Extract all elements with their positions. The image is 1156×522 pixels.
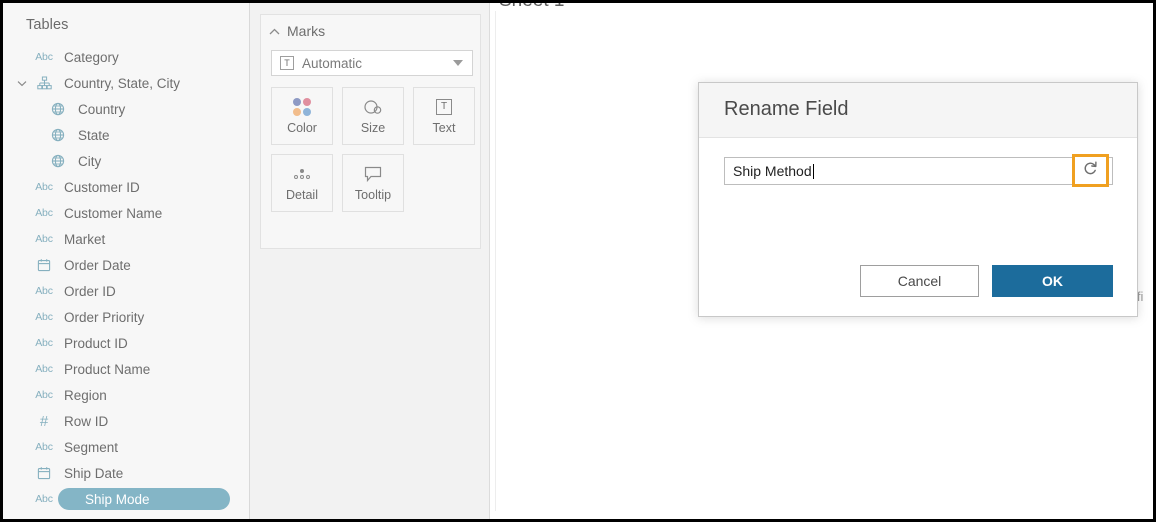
dialog-title: Rename Field xyxy=(724,98,849,120)
field-item-label: Country xyxy=(78,101,126,117)
collapse-chevron-icon[interactable] xyxy=(269,28,280,35)
abc-string-icon: Abc xyxy=(35,337,53,349)
marks-shelf-size-label: Size xyxy=(360,121,386,135)
detail-dots-icon xyxy=(294,164,310,184)
globe-geo-icon xyxy=(47,154,69,168)
marks-card-header[interactable]: Marks xyxy=(269,23,325,39)
tableau-worksheet-window: Tables Abc Category Country, State, City Co… xyxy=(0,0,1156,522)
abc-string-icon: Abc xyxy=(35,363,53,375)
abc-string-icon: Abc xyxy=(35,181,53,193)
rename-field-dialog: Rename Field Ship Method Cancel OK xyxy=(698,82,1138,317)
field-item-row-id[interactable]: # Row ID xyxy=(3,408,249,434)
field-item-city[interactable]: City xyxy=(3,148,249,174)
field-item-label: Customer Name xyxy=(64,205,163,221)
window-frame-top xyxy=(0,0,1156,3)
chevron-down-icon[interactable] xyxy=(445,51,471,75)
marks-shelf-detail-label: Detail xyxy=(286,188,318,202)
window-frame-left xyxy=(0,0,3,522)
calendar-date-icon xyxy=(33,466,55,480)
field-item-label: State xyxy=(78,127,110,143)
ok-button[interactable]: OK xyxy=(992,265,1113,297)
field-item-label: Ship Date xyxy=(64,465,124,481)
abc-string-icon: Abc xyxy=(35,493,53,505)
field-item-country-state-city[interactable]: Country, State, City xyxy=(3,70,249,96)
field-item-order-priority[interactable]: Abc Order Priority xyxy=(3,304,249,330)
cancel-button[interactable]: Cancel xyxy=(860,265,979,297)
field-item-region[interactable]: Abc Region xyxy=(3,382,249,408)
field-item-label: Segment xyxy=(64,439,119,455)
globe-geo-icon xyxy=(47,102,69,116)
field-item-order-id[interactable]: Abc Order ID xyxy=(3,278,249,304)
marks-shelf-detail[interactable]: Detail xyxy=(271,154,333,212)
field-item-label: Row ID xyxy=(64,413,109,429)
field-item-label: Product ID xyxy=(64,335,128,351)
marks-panel: Marks T Automatic Color Size T Text Deta… xyxy=(250,3,490,519)
field-item-ship-mode[interactable]: Abc Ship Mode xyxy=(3,486,249,512)
abc-string-icon: Abc xyxy=(35,311,53,323)
marks-shelf-color-label: Color xyxy=(287,121,317,135)
expand-collapse-chevron-icon[interactable] xyxy=(15,80,29,87)
tooltip-bubble-icon xyxy=(364,164,382,184)
hash-number-icon: # xyxy=(39,412,49,430)
field-item-label: Order Date xyxy=(64,257,131,273)
field-item-label: Customer ID xyxy=(64,179,140,195)
field-item-label: Category xyxy=(64,49,119,65)
size-circles-icon xyxy=(363,97,383,117)
reset-name-button[interactable] xyxy=(1072,154,1109,187)
reset-revert-icon xyxy=(1082,160,1099,182)
marks-shelf-text[interactable]: T Text xyxy=(413,87,475,145)
dialog-button-row: Cancel OK xyxy=(699,265,1137,297)
field-item-market[interactable]: Abc Market xyxy=(3,226,249,252)
field-item-customer-name[interactable]: Abc Customer Name xyxy=(3,200,249,226)
field-item-label: Market xyxy=(64,231,106,247)
abc-string-icon: Abc xyxy=(35,51,53,63)
abc-string-icon: Abc xyxy=(35,441,53,453)
rename-input-value: Ship Method xyxy=(733,163,812,179)
abc-string-icon: Abc xyxy=(35,233,53,245)
abc-string-icon: Abc xyxy=(35,285,53,297)
globe-geo-icon xyxy=(47,128,69,142)
mark-type-value: Automatic xyxy=(302,55,363,71)
tables-section-title: Tables xyxy=(26,17,69,33)
field-item-product-id[interactable]: Abc Product ID xyxy=(3,330,249,356)
field-item-order-date[interactable]: Order Date xyxy=(3,252,249,278)
text-mark-icon: T xyxy=(280,56,294,70)
field-item-label: City xyxy=(78,153,102,169)
field-item-ship-date[interactable]: Ship Date xyxy=(3,460,249,486)
color-palette-icon xyxy=(293,97,311,117)
field-item-label: Product Name xyxy=(64,361,151,377)
marks-card: Marks T Automatic Color Size T Text Deta… xyxy=(260,14,481,249)
abc-string-icon: Abc xyxy=(35,389,53,401)
field-item-customer-id[interactable]: Abc Customer ID xyxy=(3,174,249,200)
abc-string-icon: Abc xyxy=(35,207,53,219)
field-item-category[interactable]: Abc Category xyxy=(3,44,249,70)
hierarchy-icon xyxy=(33,76,55,90)
marks-shelf-text-label: Text xyxy=(432,121,456,135)
field-item-state[interactable]: State xyxy=(3,122,249,148)
marks-title: Marks xyxy=(287,23,326,39)
marks-shelf-color[interactable]: Color xyxy=(271,87,333,145)
marks-shelf-tooltip-label: Tooltip xyxy=(354,188,392,202)
field-item-label: Ship Mode xyxy=(85,491,150,507)
field-item-country[interactable]: Country xyxy=(3,96,249,122)
marks-shelf-size[interactable]: Size xyxy=(342,87,404,145)
text-cursor xyxy=(812,163,814,179)
field-item-label: Region xyxy=(64,387,107,403)
text-box-icon: T xyxy=(436,97,452,117)
field-list: Abc Category Country, State, City Country St… xyxy=(3,44,249,512)
field-item-label: Order Priority xyxy=(64,309,145,325)
field-item-label: Country, State, City xyxy=(64,75,181,91)
marks-shelf-tooltip[interactable]: Tooltip xyxy=(342,154,404,212)
mark-type-dropdown[interactable]: T Automatic xyxy=(271,50,473,76)
field-item-label: Order ID xyxy=(64,283,116,299)
field-item-segment[interactable]: Abc Segment xyxy=(3,434,249,460)
data-pane-sidebar: Tables Abc Category Country, State, City Co… xyxy=(3,3,250,519)
field-item-product-name[interactable]: Abc Product Name xyxy=(3,356,249,382)
marks-shelf-grid: Color Size T Text Detail Tooltip xyxy=(271,87,476,212)
rename-input[interactable]: Ship Method xyxy=(724,157,1113,185)
calendar-date-icon xyxy=(33,258,55,272)
